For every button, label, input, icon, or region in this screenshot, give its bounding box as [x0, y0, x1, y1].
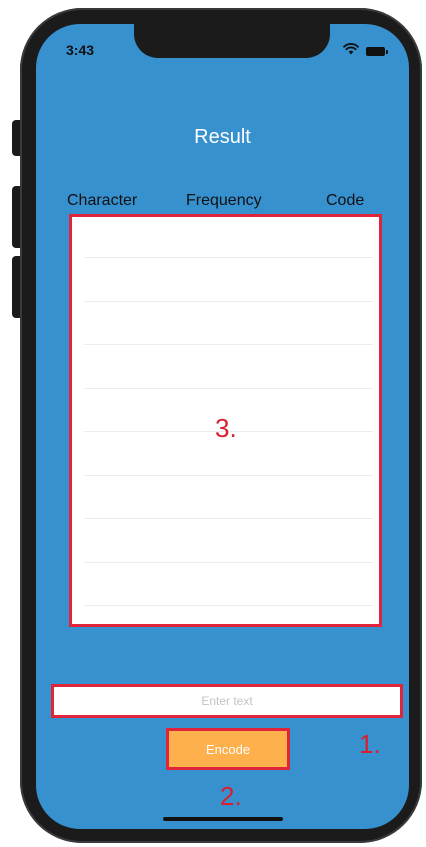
- table-row-separator: [84, 562, 373, 563]
- status-time: 3:43: [66, 42, 95, 58]
- table-row-separator: [84, 344, 373, 345]
- table-row-separator: [84, 301, 373, 302]
- table-row-separator: [84, 605, 373, 606]
- notch: [134, 24, 330, 58]
- column-header-frequency: Frequency: [186, 192, 262, 209]
- page-title: Result: [194, 126, 251, 148]
- table-row-separator: [84, 475, 373, 476]
- status-icons: [343, 42, 388, 60]
- column-header-character: Character: [67, 192, 138, 209]
- annotation-3: 3.: [215, 413, 237, 443]
- text-input[interactable]: [51, 684, 403, 718]
- battery-icon: [366, 46, 388, 56]
- results-table[interactable]: 3.: [69, 214, 382, 627]
- table-row-separator: [84, 257, 373, 258]
- home-indicator: [163, 817, 283, 821]
- encode-button[interactable]: Encode: [166, 728, 290, 770]
- table-row-separator: [84, 518, 373, 519]
- app-screen: 3:43 Result Character Frequency Code 3. …: [36, 24, 409, 829]
- annotation-1: 1.: [359, 729, 381, 759]
- wifi-icon: [343, 42, 359, 60]
- table-row-separator: [84, 388, 373, 389]
- column-header-code: Code: [326, 192, 365, 209]
- annotation-2: 2.: [220, 781, 242, 811]
